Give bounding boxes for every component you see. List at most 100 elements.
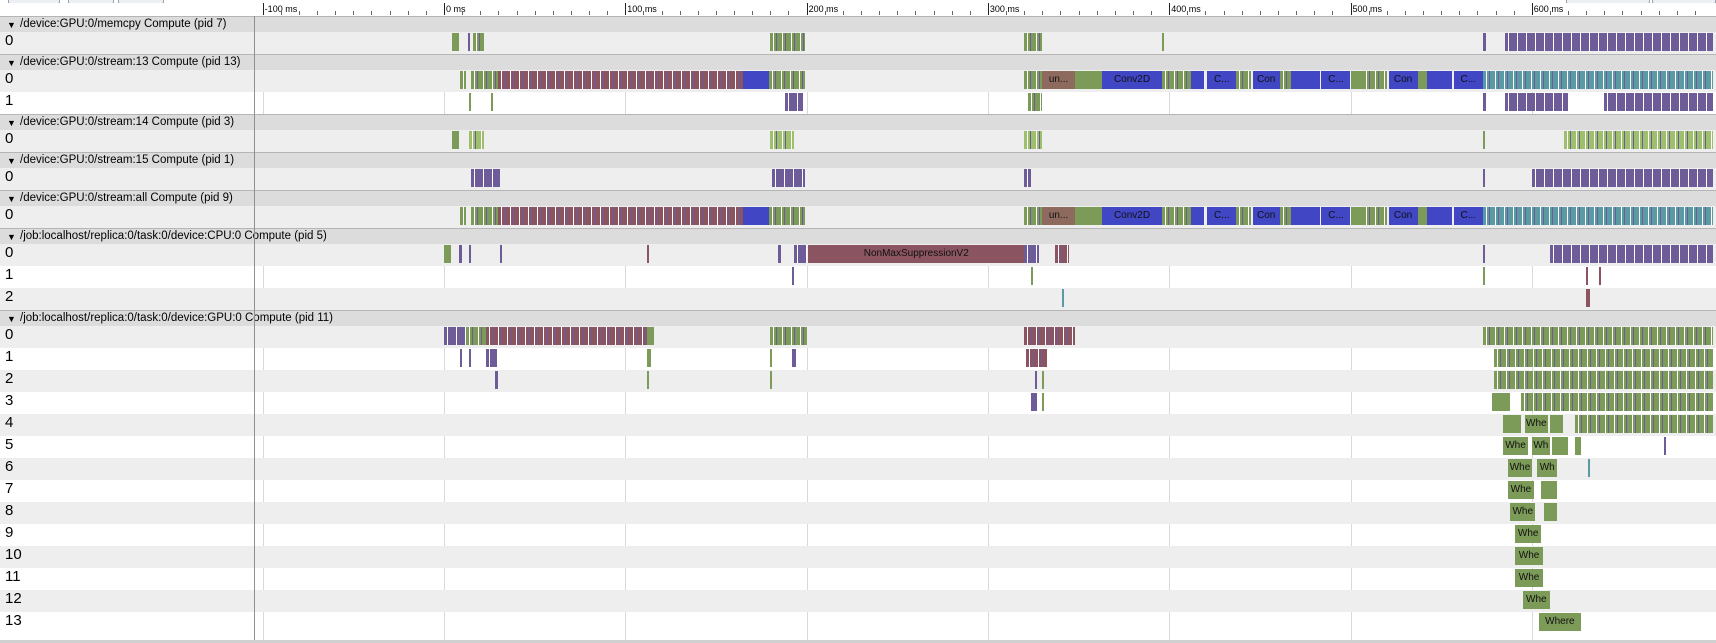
trace-slice[interactable] [1161, 33, 1164, 51]
trace-slice[interactable] [770, 327, 807, 345]
trace-slice[interactable] [452, 33, 460, 51]
thread-track[interactable]: 1 [0, 266, 1716, 288]
trace-slice[interactable] [1279, 207, 1291, 225]
trace-slice[interactable] [1161, 71, 1191, 89]
thread-track[interactable]: 0 un... Conv2D C... Con C... Con C... [0, 206, 1716, 228]
trace-slice[interactable] [467, 33, 470, 51]
trace-slice[interactable]: Whe [1502, 437, 1529, 455]
trace-slice[interactable] [1074, 207, 1103, 225]
trace-slice[interactable] [1426, 71, 1453, 89]
trace-slice[interactable]: Whe [1522, 591, 1550, 609]
trace-slice[interactable] [1190, 207, 1204, 225]
process-header[interactable]: ▼ /device:GPU:0/stream:all Compute (pid 9… [0, 190, 1716, 206]
trace-slice[interactable]: Wh [1537, 459, 1558, 477]
trace-slice[interactable] [1588, 459, 1590, 477]
trace-slice[interactable] [1502, 415, 1521, 433]
trace-slice[interactable] [1024, 131, 1043, 149]
thread-track[interactable]: 2 [0, 370, 1716, 392]
trace-slice[interactable] [1031, 267, 1034, 285]
trace-slice[interactable] [1024, 245, 1039, 263]
trace-slice[interactable] [469, 131, 484, 149]
trace-slice[interactable] [1540, 481, 1558, 499]
trace-slice[interactable] [1482, 267, 1485, 285]
trace-slice[interactable] [647, 245, 650, 263]
trace-slice[interactable] [460, 71, 466, 89]
trace-slice[interactable] [1482, 71, 1714, 89]
trace-slice[interactable] [768, 71, 805, 89]
trace-slice[interactable] [1493, 371, 1714, 389]
trace-slice[interactable] [1575, 437, 1581, 455]
trace-slice[interactable] [1290, 207, 1320, 225]
trace-slice[interactable] [1417, 207, 1427, 225]
thread-track[interactable]: 12 Whe [0, 590, 1716, 612]
collapse-triangle-icon[interactable]: ▼ [7, 117, 16, 129]
trace-slice[interactable] [1493, 349, 1714, 367]
trace-slice[interactable] [1482, 327, 1714, 345]
trace-slice[interactable] [647, 349, 651, 367]
trace-slice[interactable]: C... [1207, 71, 1237, 89]
trace-slice[interactable] [494, 371, 499, 389]
thread-track[interactable]: 3 [0, 392, 1716, 414]
trace-slice[interactable] [473, 33, 484, 51]
trace-slice[interactable] [1491, 393, 1511, 411]
trace-slice[interactable] [1024, 33, 1043, 51]
trace-slice[interactable] [1350, 71, 1364, 89]
collapse-triangle-icon[interactable]: ▼ [7, 193, 16, 205]
trace-slice[interactable]: Con [1252, 71, 1280, 89]
trace-slice[interactable]: Con [1252, 207, 1280, 225]
trace-slice[interactable] [1544, 503, 1558, 521]
trace-slice[interactable]: un... [1042, 207, 1075, 225]
thread-track[interactable]: 0 [0, 168, 1716, 190]
trace-slice[interactable] [768, 207, 805, 225]
trace-slice[interactable] [1598, 267, 1601, 285]
collapse-triangle-icon[interactable]: ▼ [7, 57, 16, 69]
collapse-triangle-icon[interactable]: ▼ [7, 19, 16, 31]
trace-slice[interactable] [1664, 437, 1667, 455]
trace-slice[interactable] [1290, 71, 1320, 89]
trace-slice[interactable] [1586, 267, 1589, 285]
trace-slice[interactable] [1482, 93, 1487, 111]
trace-slice[interactable] [1504, 33, 1714, 51]
trace-slice[interactable] [471, 207, 499, 225]
thread-track[interactable]: 1 [0, 348, 1716, 370]
process-header[interactable]: ▼ /job:localhost/replica:0/task:0/device:… [0, 228, 1716, 244]
thread-track[interactable]: 1 [0, 92, 1716, 114]
trace-slice[interactable] [1190, 71, 1204, 89]
trace-slice[interactable] [1520, 393, 1714, 411]
thread-track[interactable]: 8 Whe [0, 502, 1716, 524]
trace-slice[interactable] [784, 93, 803, 111]
thread-track[interactable]: 11 Whe [0, 568, 1716, 590]
trace-slice[interactable] [498, 207, 744, 225]
trace-slice[interactable] [498, 71, 744, 89]
trace-slice[interactable]: Wh [1531, 437, 1550, 455]
thread-track[interactable]: 10 Whe [0, 546, 1716, 568]
process-header[interactable]: ▼ /device:GPU:0/stream:14 Compute (pid 3) [0, 114, 1716, 130]
trace-slice[interactable] [1531, 169, 1714, 187]
trace-slice[interactable] [1024, 71, 1043, 89]
trace-slice[interactable] [1161, 207, 1191, 225]
trace-slice[interactable] [491, 93, 494, 111]
thread-track[interactable]: 6 Whe Wh [0, 458, 1716, 480]
trace-slice[interactable] [1042, 371, 1045, 389]
thread-track[interactable]: 2 [0, 288, 1716, 310]
trace-slice[interactable] [1575, 415, 1714, 433]
trace-slice[interactable]: NonMaxSuppressionV2 [808, 245, 1025, 263]
thread-track[interactable]: 0 [0, 326, 1716, 348]
trace-slice[interactable]: Whe [1510, 503, 1536, 521]
trace-slice[interactable] [1426, 207, 1453, 225]
trace-slice[interactable] [469, 93, 472, 111]
trace-slice[interactable] [770, 131, 794, 149]
trace-slice[interactable] [1417, 71, 1427, 89]
trace-slice[interactable] [1025, 349, 1048, 367]
trace-slice[interactable]: Whe [1515, 547, 1543, 565]
trace-slice[interactable] [485, 327, 648, 345]
trace-slice[interactable] [471, 71, 499, 89]
trace-slice[interactable]: Con [1388, 71, 1418, 89]
process-header[interactable]: ▼ /job:localhost/replica:0/task:0/device:… [0, 310, 1716, 326]
trace-slice[interactable] [1236, 71, 1251, 89]
trace-slice[interactable] [1604, 93, 1714, 111]
time-ruler[interactable]: -100 ms 0 ms 100 ms 200 ms 300 ms 400 ms 500 m… [255, 3, 1716, 17]
trace-slice[interactable] [1074, 71, 1103, 89]
trace-slice[interactable] [1482, 245, 1485, 263]
trace-slice[interactable] [1054, 245, 1070, 263]
